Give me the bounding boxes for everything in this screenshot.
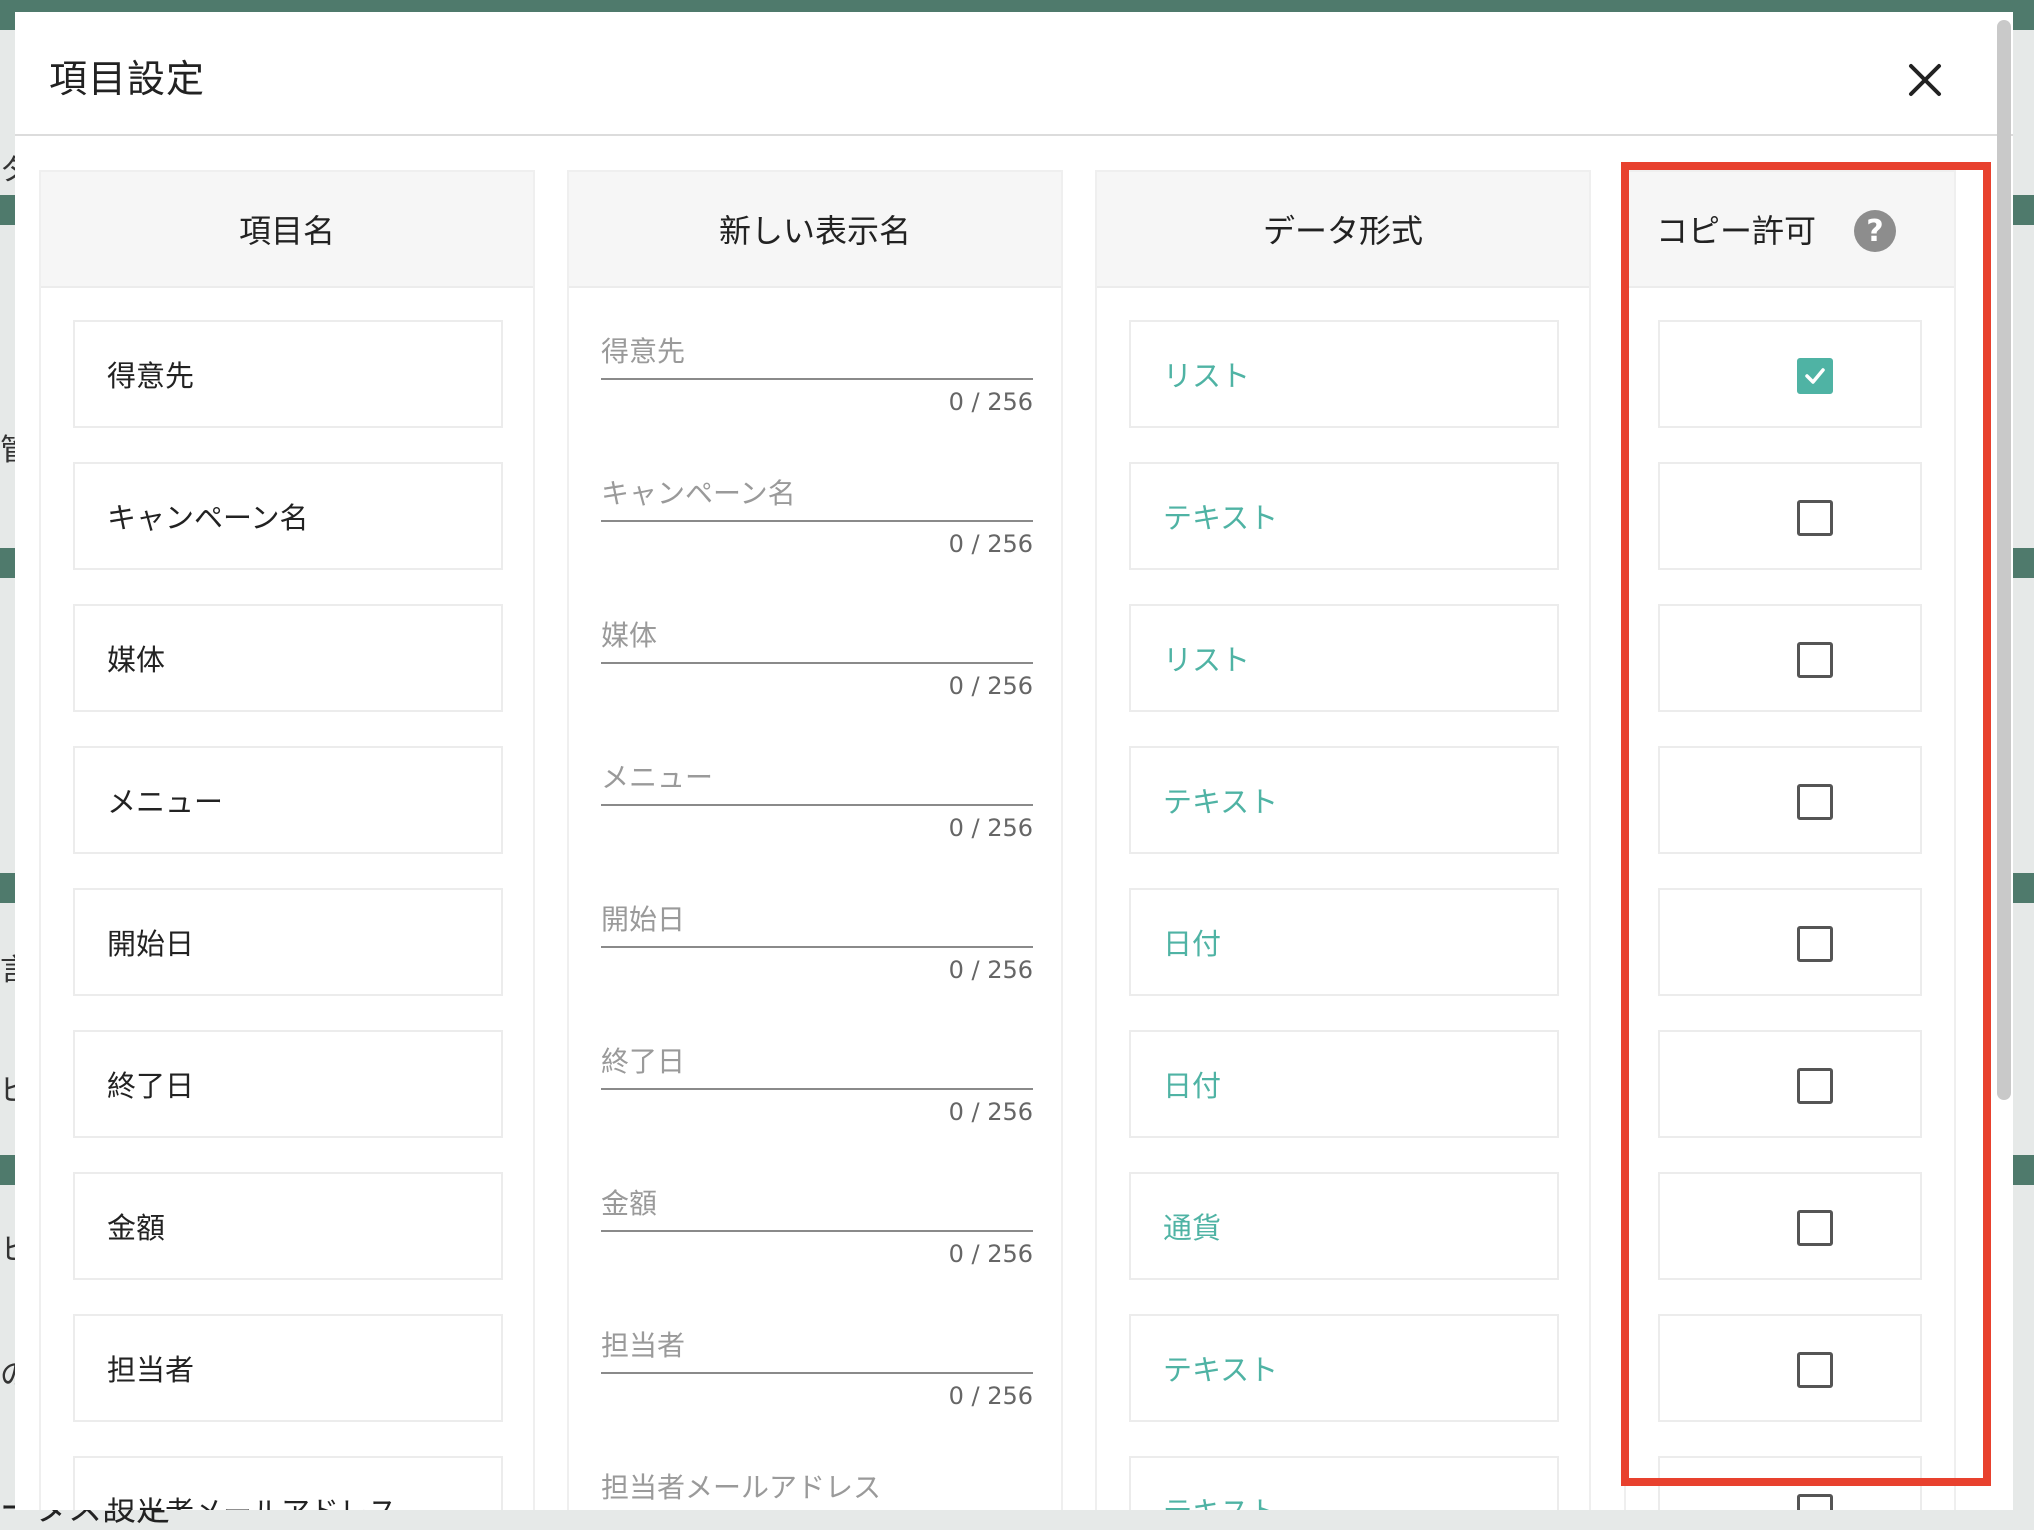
item-name-cell: メニュー	[73, 746, 503, 854]
copy-permission-cell	[1658, 746, 1922, 854]
character-counter: 0 / 256	[948, 1098, 1033, 1126]
copy-permission-cell	[1658, 1456, 1922, 1510]
display-name-input[interactable]	[601, 330, 1033, 380]
display-name-input[interactable]	[601, 614, 1033, 664]
display-name-field: 0 / 256	[601, 1438, 1033, 1510]
data-format-link[interactable]: リスト	[1163, 637, 1250, 679]
copy-permission-checkbox[interactable]	[1797, 784, 1833, 820]
character-counter: 0 / 256	[948, 530, 1033, 558]
data-format-link[interactable]: テキスト	[1163, 1347, 1278, 1389]
character-counter: 0 / 256	[948, 814, 1033, 842]
copy-permission-cell	[1658, 604, 1922, 712]
data-format-link[interactable]: テキスト	[1163, 779, 1278, 821]
item-settings-modal: 項目設定 項目名 得意先キャンペーン名媒体メニュー開始日終了日金額担当者担当者メ…	[15, 12, 2013, 1510]
copy-permission-cell	[1658, 1314, 1922, 1422]
copy-permission-header: コピー許可 ?	[1626, 172, 1954, 288]
character-counter: 0 / 256	[948, 1240, 1033, 1268]
copy-permission-cell	[1658, 1030, 1922, 1138]
data-format-cell: テキスト	[1129, 462, 1559, 570]
display-name-input[interactable]	[601, 1466, 1033, 1510]
copy-permission-checkbox[interactable]	[1797, 1210, 1833, 1246]
item-name-column: 項目名 得意先キャンペーン名媒体メニュー開始日終了日金額担当者担当者メールアドレ…	[39, 170, 535, 1510]
copy-permission-cell	[1658, 462, 1922, 570]
new-display-name-header: 新しい表示名	[569, 172, 1061, 288]
data-format-link[interactable]: テキスト	[1163, 495, 1278, 537]
item-name-cell: 終了日	[73, 1030, 503, 1138]
item-name-cell: 金額	[73, 1172, 503, 1280]
display-name-input[interactable]	[601, 756, 1033, 806]
copy-permission-checkbox[interactable]	[1797, 1494, 1833, 1510]
copy-permission-checkbox[interactable]	[1797, 500, 1833, 536]
copy-permission-cell	[1658, 888, 1922, 996]
copy-permission-cell	[1658, 1172, 1922, 1280]
item-name-text: 得意先	[107, 359, 195, 393]
display-name-input[interactable]	[601, 472, 1033, 522]
copy-permission-label: コピー許可	[1656, 212, 1817, 250]
help-icon[interactable]: ?	[1854, 210, 1896, 252]
display-name-input[interactable]	[601, 1182, 1033, 1232]
modal-scrollbar[interactable]	[1997, 20, 2011, 1100]
copy-permission-checkbox[interactable]	[1797, 926, 1833, 962]
display-name-field: 0 / 256	[601, 1154, 1033, 1274]
display-name-field: 0 / 256	[601, 1296, 1033, 1416]
item-name-text: 担当者	[107, 1353, 195, 1387]
data-format-cell: 通貨	[1129, 1172, 1559, 1280]
item-name-cell: 媒体	[73, 604, 503, 712]
item-name-cell: キャンペーン名	[73, 462, 503, 570]
checkmark-icon	[1805, 368, 1825, 384]
display-name-input[interactable]	[601, 1324, 1033, 1374]
modal-header: 項目設定	[15, 12, 2013, 136]
character-counter: 0 / 256	[948, 388, 1033, 416]
data-format-header: データ形式	[1097, 172, 1589, 288]
data-format-cell: リスト	[1129, 604, 1559, 712]
display-name-field: 0 / 256	[601, 586, 1033, 706]
copy-permission-checkbox[interactable]	[1797, 358, 1833, 394]
item-name-text: 担当者メールアドレス	[107, 1489, 397, 1510]
close-button[interactable]	[1895, 50, 1955, 110]
close-icon	[1909, 64, 1941, 96]
copy-permission-checkbox[interactable]	[1797, 1068, 1833, 1104]
data-format-link[interactable]: 通貨	[1163, 1205, 1221, 1247]
character-counter: 0 / 256	[948, 1382, 1033, 1410]
copy-permission-checkbox[interactable]	[1797, 1352, 1833, 1388]
data-format-link[interactable]: 日付	[1163, 921, 1221, 963]
character-counter: 0 / 256	[948, 672, 1033, 700]
copy-permission-column: コピー許可 ?	[1624, 170, 1956, 1510]
item-name-cell: 担当者メールアドレス	[73, 1456, 503, 1510]
character-counter: 0 / 256	[948, 956, 1033, 984]
data-format-cell: 日付	[1129, 1030, 1559, 1138]
data-format-link[interactable]: 日付	[1163, 1063, 1221, 1105]
data-format-column: データ形式 リストテキストリストテキスト日付日付通貨テキストテキスト	[1095, 170, 1591, 1510]
item-name-header: 項目名	[41, 172, 533, 288]
item-name-text: メニュー	[107, 785, 224, 819]
display-name-input[interactable]	[601, 898, 1033, 948]
data-format-cell: テキスト	[1129, 1456, 1559, 1510]
data-format-link[interactable]: リスト	[1163, 353, 1250, 395]
item-name-cell: 開始日	[73, 888, 503, 996]
modal-title: 項目設定	[49, 57, 206, 101]
data-format-cell: テキスト	[1129, 1314, 1559, 1422]
data-format-cell: テキスト	[1129, 746, 1559, 854]
item-name-cell: 得意先	[73, 320, 503, 428]
display-name-field: 0 / 256	[601, 1012, 1033, 1132]
copy-permission-cell	[1658, 320, 1922, 428]
item-name-text: 媒体	[107, 643, 166, 677]
data-format-cell: 日付	[1129, 888, 1559, 996]
display-name-field: 0 / 256	[601, 728, 1033, 848]
item-name-text: 開始日	[107, 927, 195, 961]
item-name-text: 金額	[107, 1211, 166, 1245]
item-name-text: キャンペーン名	[107, 501, 309, 535]
copy-permission-checkbox[interactable]	[1797, 642, 1833, 678]
display-name-input[interactable]	[601, 1040, 1033, 1090]
data-format-cell: リスト	[1129, 320, 1559, 428]
display-name-field: 0 / 256	[601, 870, 1033, 990]
data-format-link[interactable]: テキスト	[1163, 1489, 1278, 1510]
item-name-text: 終了日	[107, 1069, 195, 1103]
item-name-cell: 担当者	[73, 1314, 503, 1422]
new-display-name-column: 新しい表示名 0 / 256 0 / 256 0 / 256 0 / 256 0 / 2…	[567, 170, 1063, 1510]
display-name-field: 0 / 256	[601, 302, 1033, 422]
display-name-field: 0 / 256	[601, 444, 1033, 564]
